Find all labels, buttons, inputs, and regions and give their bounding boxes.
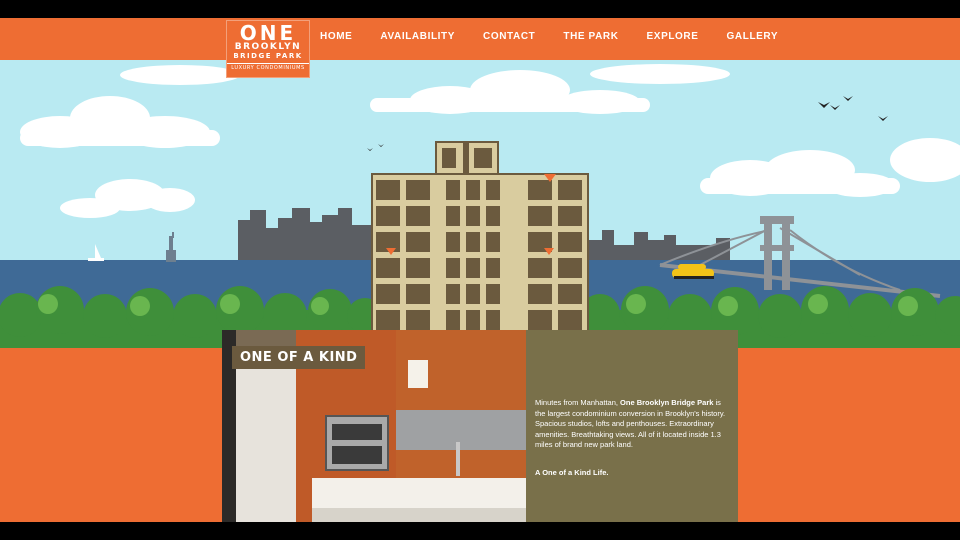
content-title: ONE OF A KIND	[232, 346, 366, 369]
site: ONE BROOKLYN BRIDGE PARK LUXURY CONDOMIN…	[0, 18, 960, 522]
nav-availability[interactable]: AVAILABILITY	[380, 31, 455, 42]
nav-explore[interactable]: EXPLORE	[647, 31, 699, 42]
tagline: A One of a Kind Life.	[535, 468, 609, 477]
logo-tagline: LUXURY CONDOMINIUMS	[227, 63, 309, 71]
logo-line-brooklyn: BROOKLYN	[234, 42, 302, 52]
text-panel: Minutes from Manhattan, One Brooklyn Bri…	[526, 330, 738, 522]
intro-prefix: Minutes from Manhattan,	[535, 398, 621, 407]
logo-line-bridge-park: BRIDGE PARK	[233, 52, 303, 60]
letterbox-top	[0, 0, 960, 18]
nav-gallery[interactable]: GALLERY	[727, 31, 779, 42]
logo[interactable]: ONE BROOKLYN BRIDGE PARK LUXURY CONDOMIN…	[226, 20, 310, 78]
nav-contact[interactable]: CONTACT	[483, 31, 535, 42]
hero-illustration	[0, 60, 960, 348]
letterbox-bottom	[0, 522, 960, 540]
intro-bold: One Brooklyn Bridge Park	[620, 398, 714, 407]
nav-home[interactable]: HOME	[320, 31, 352, 42]
main-nav: HOME AVAILABILITY CONTACT THE PARK EXPLO…	[320, 31, 806, 42]
logo-line-one: ONE	[239, 21, 297, 45]
hero-illustration-svg	[0, 60, 960, 348]
intro-paragraph: Minutes from Manhattan, One Brooklyn Bri…	[535, 398, 730, 451]
nav-the-park[interactable]: THE PARK	[563, 31, 618, 42]
content-panel: ONE OF A KIND Minutes from Manhattan, On…	[222, 330, 738, 522]
header: ONE BROOKLYN BRIDGE PARK LUXURY CONDOMIN…	[0, 18, 960, 78]
skyline-left	[238, 208, 372, 262]
